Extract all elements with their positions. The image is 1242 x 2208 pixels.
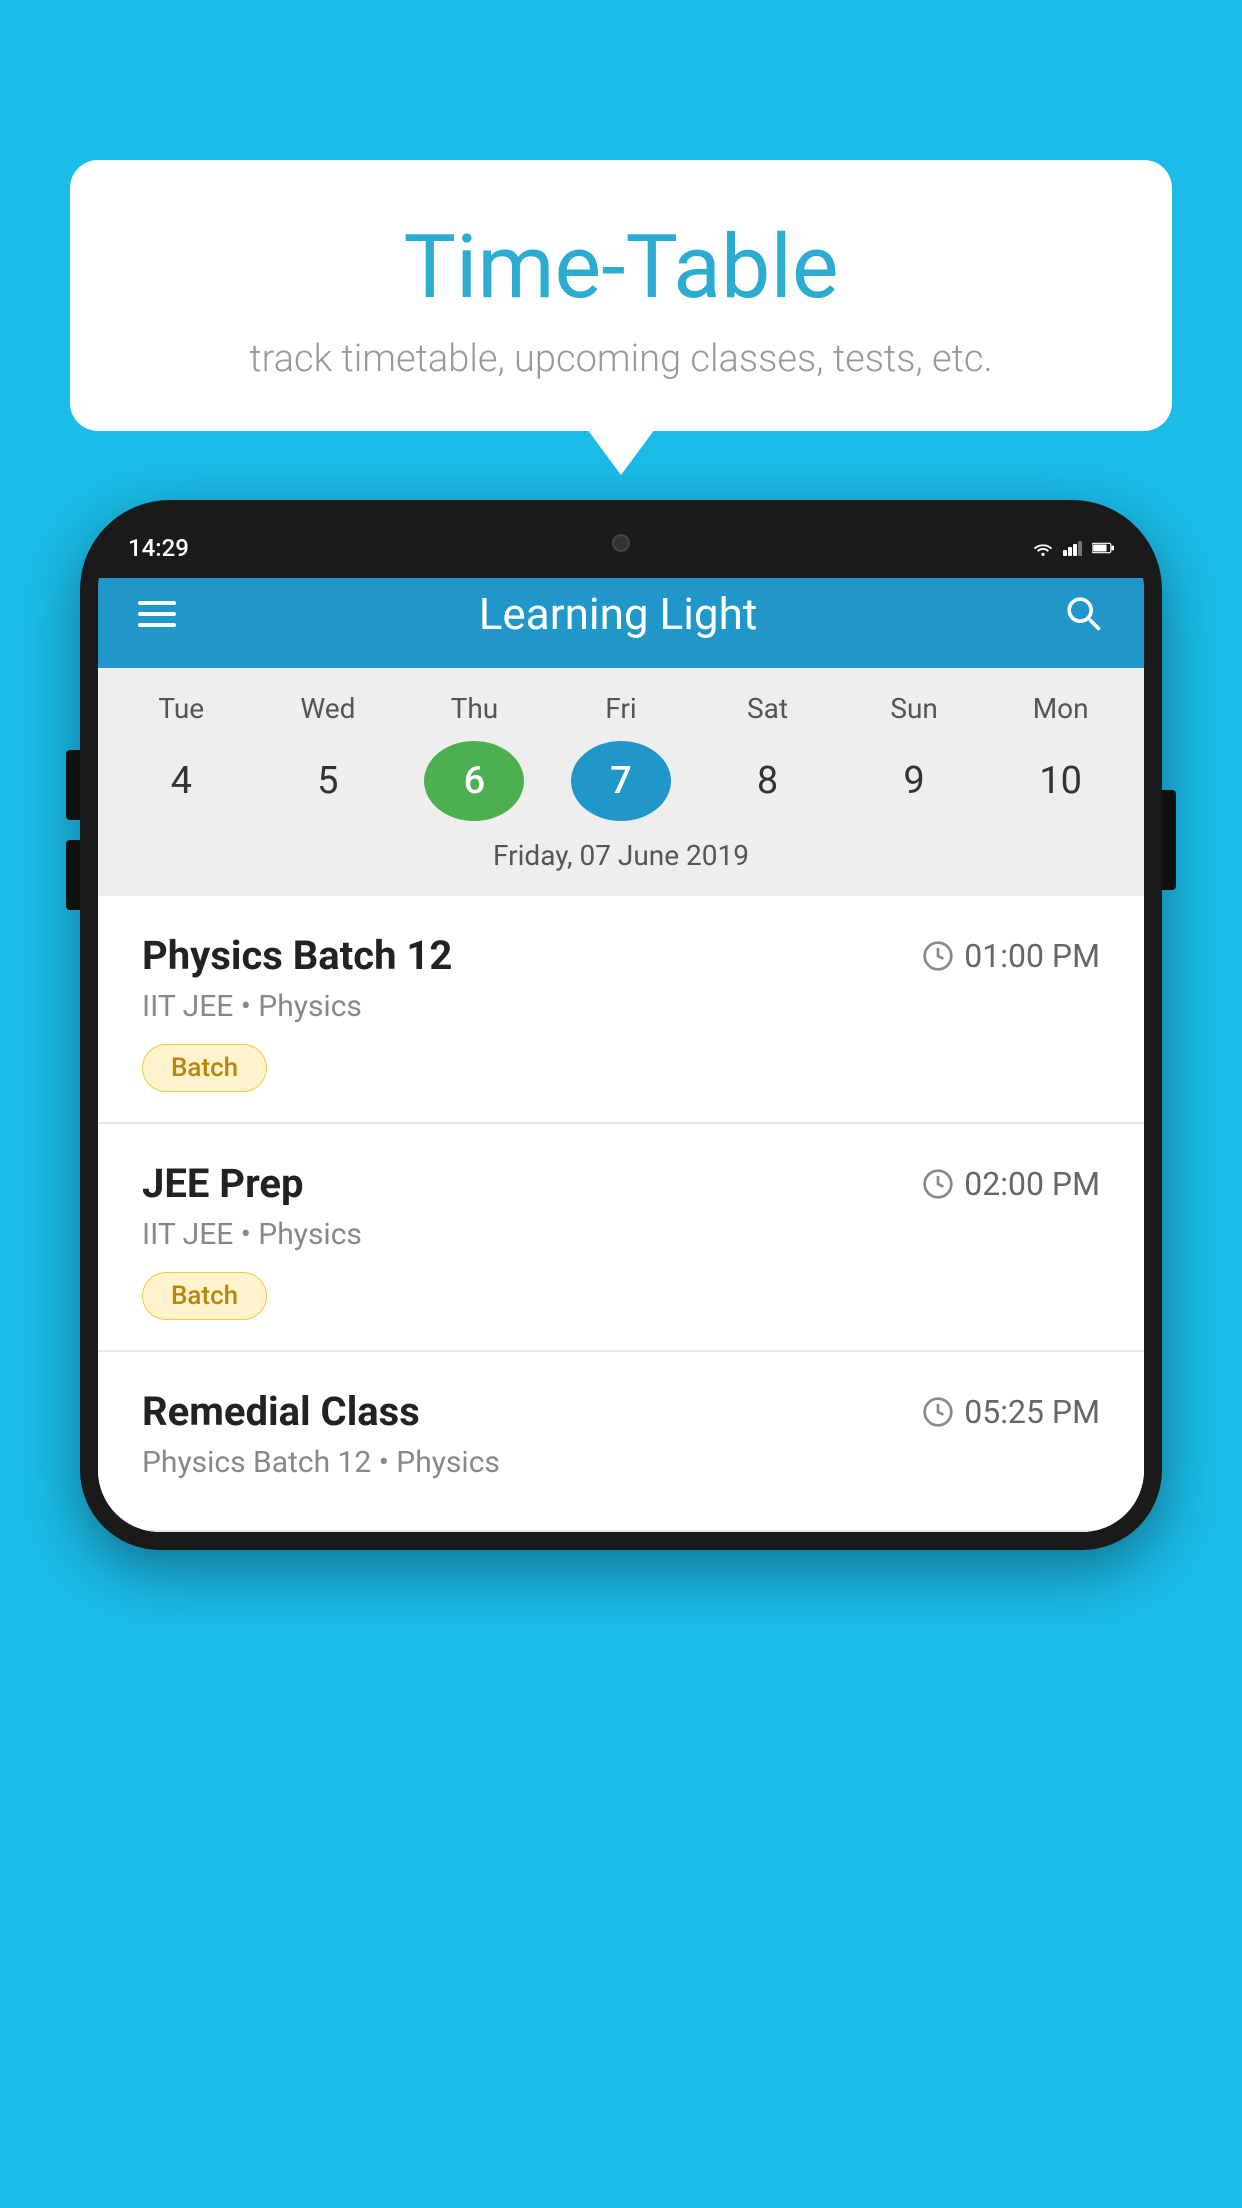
batch-badge: Batch — [142, 1272, 267, 1320]
calendar-strip: Tue Wed Thu Fri Sat Sun Mon 456789 10 Friday, 0… — [98, 668, 1144, 896]
clock-icon — [922, 1168, 954, 1200]
schedule-item-header: Physics Batch 12 01:00 PM — [142, 932, 1100, 979]
hamburger-line-1 — [138, 601, 176, 605]
selected-date-label: Friday, 07 June 2019 — [98, 821, 1144, 896]
clock-icon — [922, 940, 954, 972]
schedule-item-header: JEE Prep 02:00 PM — [142, 1160, 1100, 1207]
day-header: Wed — [278, 692, 378, 725]
day-header: Tue — [131, 692, 231, 725]
schedule-list: Physics Batch 12 01:00 PM IIT JEE • Physic… — [98, 896, 1144, 1532]
day-header: Thu — [424, 692, 524, 725]
status-bar: 14:29 — [98, 518, 1144, 578]
schedule-item-header: Remedial Class 05:25 PM — [142, 1388, 1100, 1435]
schedule-item-title: Remedial Class — [142, 1388, 420, 1435]
day-number[interactable]: 5 — [278, 741, 378, 821]
day-number[interactable]: 7 — [571, 741, 671, 821]
phone-screen: Learning Light Tue Wed Thu Fri Sat Sun Mon 456… — [98, 518, 1144, 1532]
app-title: Learning Light — [196, 588, 1040, 640]
search-button[interactable] — [1060, 590, 1104, 638]
search-icon — [1060, 590, 1104, 634]
hamburger-line-3 — [138, 623, 176, 627]
status-icons — [1032, 540, 1114, 556]
day-header: Sun — [864, 692, 964, 725]
tooltip-card: Time-Table track timetable, upcoming cla… — [70, 160, 1172, 431]
menu-button[interactable] — [138, 601, 176, 627]
volume-down-button — [66, 840, 80, 910]
day-number[interactable]: 10 — [1011, 741, 1111, 821]
schedule-item-title: Physics Batch 12 — [142, 932, 452, 979]
signal-icon — [1062, 540, 1084, 556]
schedule-item-subtitle: IIT JEE • Physics — [142, 989, 1100, 1024]
day-number[interactable]: 4 — [131, 741, 231, 821]
tooltip-subtitle: track timetable, upcoming classes, tests… — [120, 337, 1122, 381]
schedule-item-time: 01:00 PM — [922, 937, 1100, 975]
day-header: Sat — [718, 692, 818, 725]
battery-icon — [1092, 540, 1114, 556]
day-headers: Tue Wed Thu Fri Sat Sun Mon — [98, 692, 1144, 725]
day-numbers: 456789 10 — [98, 741, 1144, 821]
schedule-item-time: 02:00 PM — [922, 1165, 1100, 1203]
schedule-item-subtitle: Physics Batch 12 • Physics — [142, 1445, 1100, 1480]
day-header: Fri — [571, 692, 671, 725]
day-number[interactable]: 9 — [864, 741, 964, 821]
schedule-item-title: JEE Prep — [142, 1160, 303, 1207]
schedule-item-subtitle: IIT JEE • Physics — [142, 1217, 1100, 1252]
day-number[interactable]: 8 — [718, 741, 818, 821]
status-time: 14:29 — [128, 534, 189, 562]
wifi-icon — [1032, 540, 1054, 556]
day-number[interactable]: 6 — [424, 741, 524, 821]
batch-badge: Batch — [142, 1044, 267, 1092]
schedule-item[interactable]: Physics Batch 12 01:00 PM IIT JEE • Physic… — [98, 896, 1144, 1124]
notch — [561, 518, 681, 568]
schedule-item[interactable]: Remedial Class 05:25 PM Physics Batch 12 •… — [98, 1352, 1144, 1532]
tooltip-title: Time-Table — [120, 220, 1122, 317]
hamburger-line-2 — [138, 612, 176, 616]
power-button — [1162, 790, 1176, 890]
schedule-item[interactable]: JEE Prep 02:00 PM IIT JEE • Physics Batch — [98, 1124, 1144, 1352]
day-header: Mon — [1011, 692, 1111, 725]
front-camera — [612, 534, 630, 552]
clock-icon — [922, 1396, 954, 1428]
phone-mockup: 14:29 — [80, 500, 1162, 2208]
volume-up-button — [66, 750, 80, 820]
schedule-item-time: 05:25 PM — [922, 1393, 1100, 1431]
